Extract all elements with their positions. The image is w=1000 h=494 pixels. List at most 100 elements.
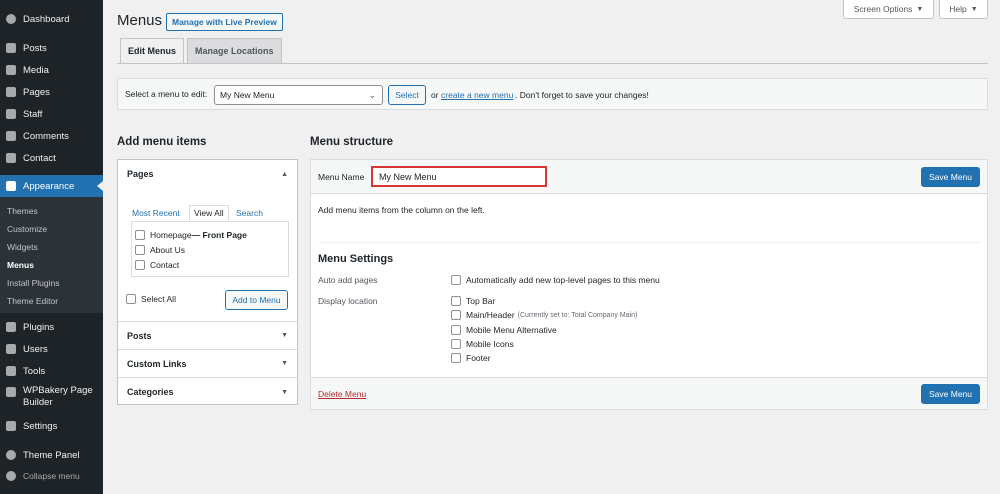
checkbox[interactable] — [451, 296, 461, 306]
location-label: Top Bar — [466, 296, 496, 306]
create-new-menu-link[interactable]: create a new menu — [441, 90, 513, 100]
accordion-title: Categories — [127, 387, 174, 397]
sidebar-item-staff[interactable]: Staff — [0, 105, 103, 123]
select-menu-button[interactable]: Select — [388, 85, 426, 105]
page-label: Homepage — [150, 230, 192, 240]
page-title: Menus — [117, 12, 163, 29]
location-label: Main/Header — [466, 310, 515, 320]
page-suffix: — Front Page — [191, 230, 247, 240]
submenu-item-widgets[interactable]: Widgets — [7, 242, 38, 252]
tab-search[interactable]: Search — [232, 205, 267, 221]
menu-name-input[interactable]: My New Menu — [371, 166, 547, 187]
pages-accordion-header[interactable]: Pages ▲ — [118, 160, 297, 188]
location-mobile-menu-alternative[interactable]: Mobile Menu Alternative — [451, 325, 557, 335]
tab-edit-menus[interactable]: Edit Menus — [120, 38, 185, 63]
sidebar-item-dashboard[interactable]: Dashboard — [0, 10, 103, 28]
checkbox[interactable] — [135, 230, 145, 240]
select-all-row[interactable]: Select All — [126, 294, 176, 304]
submenu-item-install-plugins[interactable]: Install Plugins — [7, 278, 59, 288]
select-all-checkbox[interactable] — [126, 294, 136, 304]
custom-links-accordion-header[interactable]: Custom Links ▼ — [118, 350, 297, 378]
location-label: Mobile Icons — [466, 339, 514, 349]
sidebar-item-contact[interactable]: Contact — [0, 149, 103, 167]
arrow-down-icon: ▼ — [281, 360, 288, 367]
submenu-item-customize[interactable]: Customize — [7, 224, 47, 234]
pin-icon — [6, 43, 16, 53]
sidebar-item-label: Theme Panel — [23, 449, 80, 461]
divider — [318, 242, 980, 243]
appearance-submenu: Themes Customize Widgets Menus Install P… — [0, 197, 103, 313]
delete-menu-link[interactable]: Delete Menu — [318, 389, 366, 399]
checkbox[interactable] — [451, 275, 461, 285]
menu-select-dropdown[interactable]: My New Menu ⌄ — [214, 85, 383, 105]
submenu-item-menus[interactable]: Menus — [7, 260, 34, 270]
location-main-header[interactable]: Main/Header (Currently set to: Total Com… — [451, 310, 637, 320]
sidebar-item-theme-panel[interactable]: Theme Panel — [0, 446, 103, 464]
select-all-label: Select All — [141, 294, 176, 304]
sidebar-item-label: Dashboard — [23, 13, 70, 25]
menu-structure-panel: Menu Name My New Menu Save Menu Add menu… — [310, 159, 988, 410]
help-button[interactable]: Help ▼ — [939, 0, 988, 19]
select-or-text: or — [431, 90, 439, 100]
location-footer[interactable]: Footer — [451, 353, 491, 363]
users-icon — [6, 344, 16, 354]
save-menu-button-top[interactable]: Save Menu — [921, 167, 980, 187]
sidebar-item-label: Settings — [23, 420, 58, 432]
location-top-bar[interactable]: Top Bar — [451, 296, 495, 306]
sidebar-item-plugins[interactable]: Plugins — [0, 318, 103, 336]
arrow-down-icon: ▼ — [281, 332, 288, 339]
sidebar-item-label: Media — [23, 64, 49, 76]
sidebar-item-media[interactable]: Media — [0, 61, 103, 79]
sidebar-item-wpbakery[interactable]: WPBakery Page Builder — [0, 385, 103, 411]
pages-checklist: Homepage — Front Page About Us Contact — [131, 221, 289, 277]
menu-instructions: Add menu items from the column on the le… — [318, 205, 485, 215]
tab-view-all[interactable]: View All — [189, 205, 229, 221]
categories-accordion-header[interactable]: Categories ▼ — [118, 378, 297, 406]
location-mobile-icons[interactable]: Mobile Icons — [451, 339, 514, 349]
sidebar-item-users[interactable]: Users — [0, 340, 103, 358]
admin-sidebar: Dashboard Posts Media Pages Staff Commen… — [0, 0, 103, 494]
list-item[interactable]: Homepage — Front Page — [135, 230, 247, 240]
checkbox[interactable] — [451, 353, 461, 363]
pages-icon — [6, 87, 16, 97]
save-menu-button-bottom[interactable]: Save Menu — [921, 384, 980, 404]
add-to-menu-button[interactable]: Add to Menu — [225, 290, 288, 310]
auto-add-option[interactable]: Automatically add new top-level pages to… — [451, 275, 660, 285]
menu-structure-heading: Menu structure — [310, 136, 394, 148]
menu-name-header: Menu Name My New Menu Save Menu — [311, 160, 987, 194]
screen-options-button[interactable]: Screen Options ▼ — [843, 0, 934, 19]
posts-accordion-header[interactable]: Posts ▼ — [118, 322, 297, 350]
screen-options-label: Screen Options — [853, 4, 913, 14]
theme-panel-icon — [6, 450, 16, 460]
tab-most-recent[interactable]: Most Recent — [128, 205, 184, 221]
caret-down-icon: ▼ — [970, 5, 978, 13]
tab-manage-locations[interactable]: Manage Locations — [187, 38, 282, 63]
add-menu-items-heading: Add menu items — [117, 136, 207, 148]
sidebar-item-label: Appearance — [23, 180, 75, 192]
sidebar-item-comments[interactable]: Comments — [0, 127, 103, 145]
submenu-item-theme-editor[interactable]: Theme Editor — [7, 296, 58, 306]
checkbox[interactable] — [451, 325, 461, 335]
arrow-up-icon: ▲ — [281, 170, 288, 178]
sidebar-item-pages[interactable]: Pages — [0, 83, 103, 101]
list-item[interactable]: About Us — [135, 245, 185, 255]
sidebar-item-label: Users — [23, 343, 48, 355]
sidebar-item-appearance[interactable]: Appearance — [0, 175, 103, 197]
sidebar-item-tools[interactable]: Tools — [0, 362, 103, 380]
menu-select-bar: Select a menu to edit: My New Menu ⌄ Sel… — [117, 78, 988, 110]
collapse-menu-button[interactable]: Collapse menu — [0, 467, 103, 485]
list-item[interactable]: Contact — [135, 260, 179, 270]
checkbox[interactable] — [451, 339, 461, 349]
sidebar-item-posts[interactable]: Posts — [0, 39, 103, 57]
live-preview-button[interactable]: Manage with Live Preview — [166, 13, 283, 31]
submenu-item-themes[interactable]: Themes — [7, 206, 38, 216]
page-label: Contact — [150, 260, 180, 270]
caret-down-icon: ▼ — [916, 5, 924, 13]
select-menu-label: Select a menu to edit: — [125, 89, 208, 99]
checkbox[interactable] — [135, 245, 145, 255]
checkbox[interactable] — [451, 310, 461, 320]
sidebar-item-settings[interactable]: Settings — [0, 417, 103, 435]
sidebar-item-label: Collapse menu — [23, 471, 80, 481]
checkbox[interactable] — [135, 260, 145, 270]
media-icon — [6, 65, 16, 75]
